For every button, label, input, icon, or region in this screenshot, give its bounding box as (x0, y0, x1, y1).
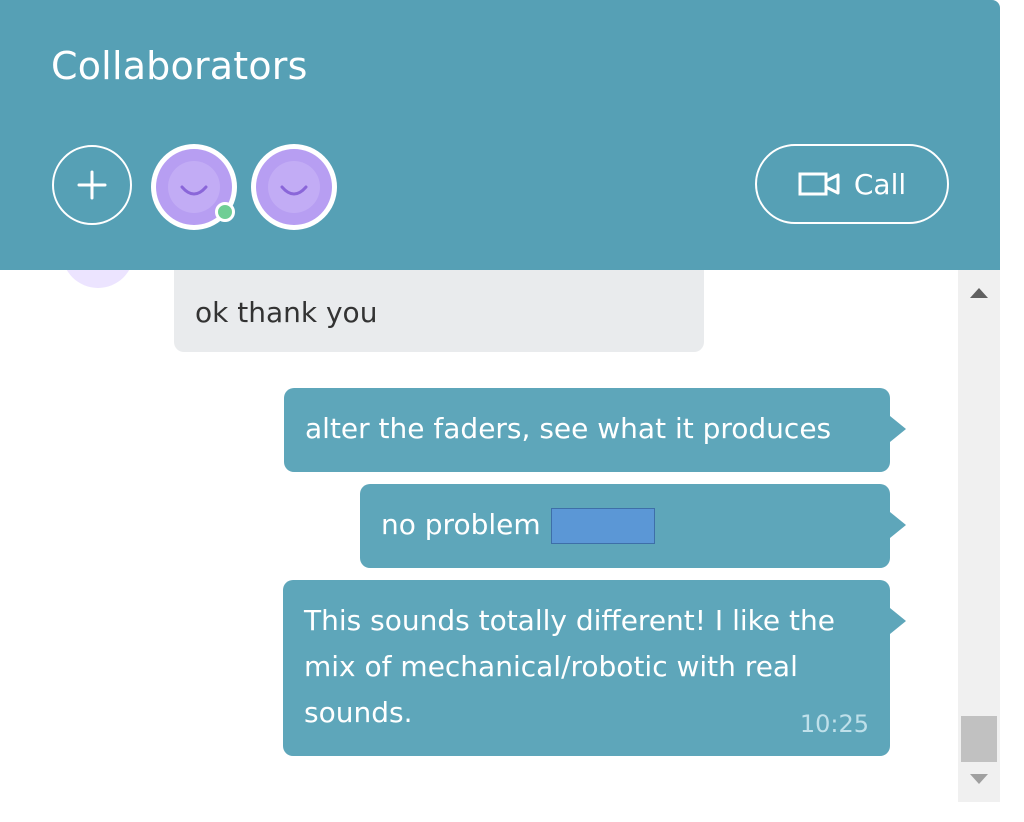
collaborator-avatar[interactable] (251, 144, 337, 230)
scrollbar-thumb[interactable] (961, 716, 997, 762)
video-camera-icon (798, 172, 840, 196)
scroll-down-button[interactable] (958, 766, 1000, 792)
triangle-up-icon (970, 288, 988, 298)
message-list[interactable]: ok thank you alter the faders, see what … (0, 270, 958, 802)
online-status-dot (215, 202, 235, 222)
message-text: no problem (381, 508, 541, 541)
redacted-emoji (550, 508, 655, 544)
triangle-down-icon (970, 774, 988, 784)
smile-avatar-icon (268, 161, 320, 213)
call-button-label: Call (853, 167, 907, 201)
outgoing-message: no problem (360, 484, 906, 568)
call-button[interactable]: Call (755, 144, 949, 224)
message-timestamp: 10:25 (799, 710, 869, 738)
plus-icon (77, 170, 107, 200)
sender-avatar (62, 270, 134, 288)
collaborators-header: Collaborators Call (0, 0, 1000, 270)
panel-title: Collaborators (51, 44, 308, 88)
add-collaborator-button[interactable] (52, 145, 132, 225)
message-text: This sounds totally different! I like th… (304, 604, 835, 729)
outgoing-message: This sounds totally different! I like th… (283, 580, 906, 756)
incoming-message: ok thank you (174, 270, 704, 352)
scrollbar[interactable] (958, 270, 1000, 802)
message-text: alter the faders, see what it produces (305, 412, 832, 445)
outgoing-message: alter the faders, see what it produces (284, 388, 906, 472)
scroll-up-button[interactable] (958, 280, 1000, 306)
message-text: ok thank you (195, 296, 378, 329)
